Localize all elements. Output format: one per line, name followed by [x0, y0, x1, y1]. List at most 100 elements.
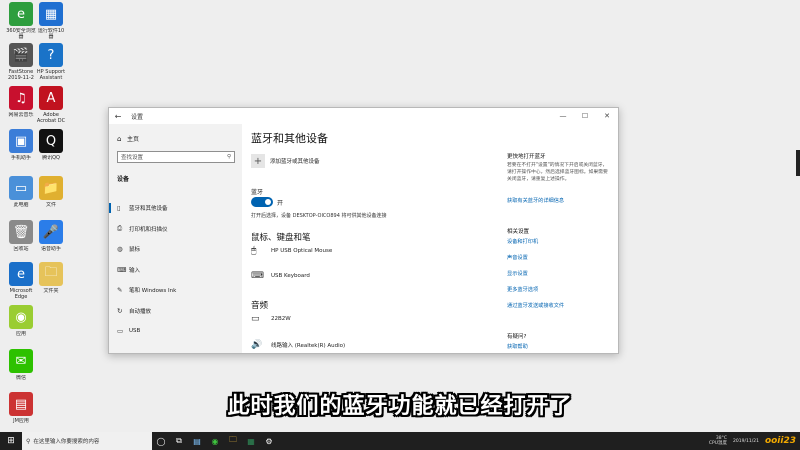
desktop-icon-label: 文件	[45, 202, 56, 208]
desktop-icon[interactable]: 📁 文件	[34, 176, 68, 208]
bluetooth-toggle[interactable]	[251, 197, 273, 207]
desktop-icon-label: 此电脑	[13, 202, 29, 208]
sidebar-item[interactable]: ▭ USB	[109, 324, 242, 338]
settings-window: ← 设置 — ☐ ✕ ⌂ 主页 查找设置 ⚲ 设备 ▯ 蓝牙和其他设备 ⎙ 打印机和扫…	[108, 107, 619, 354]
taskbar: ⊞ ⚲ 在这里输入你要搜索的内容 ◯ ⧉ ▤ ◉ 🗀 ▦ ⚙ 38°C CPU温度 2019…	[0, 432, 800, 450]
add-device-button[interactable]: + 添加蓝牙或其他设备	[251, 154, 320, 168]
related-link-sound[interactable]: 声音设置	[507, 254, 528, 261]
desktop-icon[interactable]: 🎬 FastStone 2019-11-2	[4, 43, 38, 81]
sidebar-item-icon: ▭	[117, 327, 124, 335]
tray-date[interactable]: 2019/11/21	[733, 439, 759, 444]
add-device-label: 添加蓝牙或其他设备	[270, 159, 320, 165]
bt-info-link[interactable]: 获取有关蓝牙的详细信息	[507, 197, 564, 204]
taskbar-app-icon[interactable]: ⚙	[260, 432, 278, 450]
device-mouse[interactable]: 🖱 HP USB Optical Mouse	[251, 246, 332, 256]
app-icon: ▭	[9, 176, 33, 200]
desktop-icon[interactable]: 🗀 文件夹	[34, 262, 68, 294]
maximize-button[interactable]: ☐	[574, 112, 596, 120]
app-icon: 🎬	[9, 43, 33, 67]
sidebar-item-icon: ✎	[117, 286, 123, 294]
app-icon: 📁	[39, 176, 63, 200]
desktop-icon-label: 网易云音乐	[8, 112, 34, 118]
device-line-in[interactable]: 🔊 线路输入 (Realtek(R) Audio)	[251, 340, 345, 350]
related-link-send-files[interactable]: 通过蓝牙发送或接收文件	[507, 302, 564, 309]
related-link-printers[interactable]: 设备和打印机	[507, 238, 538, 245]
toggle-knob	[265, 199, 271, 205]
sidebar-home[interactable]: ⌂ 主页	[117, 134, 139, 144]
sidebar-item[interactable]: ▯ 蓝牙和其他设备	[109, 201, 242, 215]
sidebar-item[interactable]: ⎙ 打印机和扫描仪	[109, 222, 242, 236]
search-input[interactable]: 查找设置 ⚲	[117, 151, 235, 163]
sidebar-item[interactable]: ✎ 笔和 Windows Ink	[109, 283, 242, 297]
sidebar-item-icon: ↻	[117, 306, 123, 315]
desktop-icon[interactable]: ◉ 应用	[4, 305, 38, 337]
desktop-icon[interactable]: ✉ 微信	[4, 349, 38, 381]
quick-bt-heading: 更快地打开蓝牙	[507, 154, 546, 160]
app-icon: ◉	[9, 305, 33, 329]
home-icon: ⌂	[117, 134, 122, 143]
settings-content: 蓝牙和其他设备 + 添加蓝牙或其他设备 蓝牙 开 打开后选择，设备 DESKTO…	[242, 124, 618, 353]
sidebar-item[interactable]: ◍ 鼠标	[109, 242, 242, 256]
device-name: USB Keyboard	[271, 273, 310, 279]
taskbar-app-icon[interactable]: ◉	[206, 432, 224, 450]
taskbar-app-icon[interactable]: ▦	[242, 432, 260, 450]
sidebar-item-icon: ▯	[117, 204, 121, 212]
desktop-icon[interactable]: ▦ 运行软件10 器	[34, 2, 68, 40]
desktop-icon[interactable]: e Microsoft Edge	[4, 262, 38, 300]
taskbar-app-icon[interactable]: ▤	[188, 432, 206, 450]
quick-bt-text: 若要在不打开"设置"的情况下开启或关闭蓝牙，请打开操作中心，然后选择蓝牙图标。如…	[507, 163, 608, 182]
sidebar-item[interactable]: ⌨ 输入	[109, 263, 242, 277]
close-button[interactable]: ✕	[596, 112, 618, 120]
taskbar-search[interactable]: ⚲ 在这里输入你要搜索的内容	[22, 432, 152, 450]
desktop-icon-label: 手机助手	[10, 155, 31, 161]
desktop-icon-label: HP Support Assistant	[36, 69, 66, 81]
minimize-button[interactable]: —	[552, 112, 574, 120]
monitor-icon: ▭	[251, 314, 260, 324]
page-title: 蓝牙和其他设备	[251, 132, 328, 145]
desktop-icon-label: FastStone 2019-11-2	[8, 69, 34, 81]
title-bar: ← 设置 — ☐ ✕	[109, 108, 618, 124]
cpu-label: CPU温度	[708, 441, 727, 446]
back-arrow-icon[interactable]: ←	[109, 112, 127, 121]
desktop-icon[interactable]: ? HP Support Assistant	[34, 43, 68, 81]
app-icon: ▣	[9, 129, 33, 153]
window-controls: — ☐ ✕	[552, 112, 618, 120]
taskbar-app-icon[interactable]: ⧉	[170, 432, 188, 450]
sidebar-item[interactable]: ↻ 自动播放	[109, 304, 242, 318]
taskbar-app-icon[interactable]: ◯	[152, 432, 170, 450]
start-button[interactable]: ⊞	[0, 432, 22, 450]
mouse-keyboard-heading: 鼠标、键盘和笔	[251, 233, 311, 243]
sidebar-item-icon: ⌨	[117, 265, 127, 274]
search-icon: ⚲	[226, 154, 231, 160]
taskbar-search-placeholder: 在这里输入你要搜索的内容	[33, 439, 100, 445]
desktop-icon[interactable]: ▭ 此电脑	[4, 176, 38, 208]
desktop-icon[interactable]: 🗑 回收站	[4, 220, 38, 252]
desktop-icon[interactable]: ▣ 手机助手	[4, 129, 38, 161]
device-monitor[interactable]: ▭ 22B2W	[251, 314, 291, 324]
desktop-icon[interactable]: 🎤 语音助手	[34, 220, 68, 252]
search-icon: ⚲	[26, 437, 31, 445]
bluetooth-label: 蓝牙	[251, 189, 264, 196]
related-link-more-bt[interactable]: 更多蓝牙选项	[507, 286, 538, 293]
window-title: 设置	[131, 113, 144, 121]
device-keyboard[interactable]: ⌨ USB Keyboard	[251, 271, 310, 281]
watermark-logo: ooii23	[764, 436, 796, 446]
sidebar-item-icon: ◍	[117, 245, 123, 253]
app-icon: ✉	[9, 349, 33, 373]
bluetooth-toggle-state: 开	[277, 200, 284, 207]
desktop-icon-label: Adobe Acrobat DC	[36, 112, 66, 124]
search-placeholder: 查找设置	[121, 155, 144, 161]
desktop-icon-label: 回收站	[13, 246, 29, 252]
taskbar-app-icon[interactable]: 🗀	[224, 432, 242, 450]
desktop-icon-label: 腾讯QQ	[42, 155, 60, 161]
sidebar-item-label: USB	[129, 328, 141, 334]
related-link-display[interactable]: 显示设置	[507, 270, 528, 277]
desktop-icon[interactable]: Q 腾讯QQ	[34, 129, 68, 161]
related-settings-heading: 相关设置	[507, 229, 530, 235]
desktop-icon[interactable]: A Adobe Acrobat DC	[34, 86, 68, 124]
edge-scroll-handle[interactable]	[796, 150, 800, 176]
get-help-link[interactable]: 获取帮助	[507, 343, 528, 350]
desktop-icon[interactable]: e 360安全浏览器	[4, 2, 38, 40]
desktop-icon[interactable]: ♫ 网易云音乐	[4, 86, 38, 118]
sidebar-item-label: 蓝牙和其他设备	[129, 206, 168, 212]
